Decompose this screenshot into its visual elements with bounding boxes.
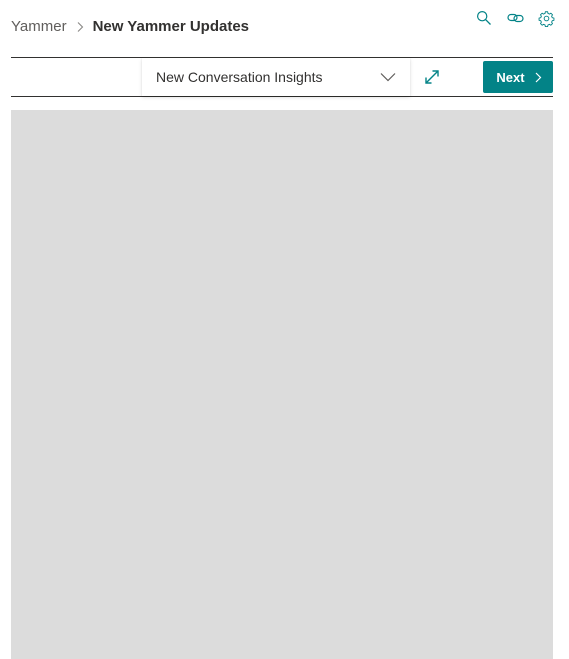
breadcrumb-parent-link[interactable]: Yammer [11,17,67,37]
next-button-label: Next [496,69,525,85]
report-embed-frame[interactable] [11,110,553,659]
chevron-right-icon [535,72,541,82]
share-link-button[interactable] [506,9,524,27]
breadcrumb: Yammer New Yammer Updates [11,17,249,37]
expand-button[interactable] [423,68,441,86]
expand-icon [425,70,439,84]
search-icon [476,10,491,25]
toolbar-bottom-divider [11,96,553,97]
report-page-dropdown[interactable]: New Conversation Insights [142,58,410,96]
page-title: New Yammer Updates [92,18,250,35]
next-button[interactable]: Next [483,61,553,93]
link-icon [506,13,524,23]
chevron-right-icon [77,22,83,32]
top-actions [475,9,555,27]
settings-button[interactable] [537,9,555,27]
search-button[interactable] [475,9,493,27]
gear-icon [538,10,554,27]
report-page-dropdown-value: New Conversation Insights [156,69,323,85]
chevron-down-icon [380,73,396,82]
